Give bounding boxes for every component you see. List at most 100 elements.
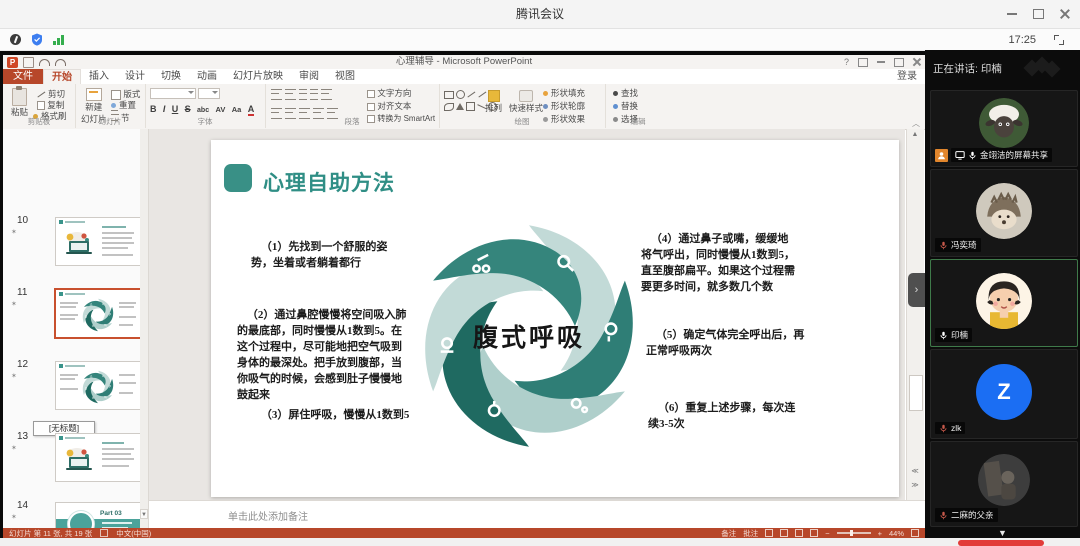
align-text-icon [367,103,375,111]
tab-file[interactable]: 文件 [3,69,43,84]
comments-toggle[interactable]: 批注 [743,528,758,539]
help-icon[interactable]: ? [844,57,849,67]
slide-thumbnail-11-selected[interactable] [54,288,143,339]
drawing-group-label: 绘图 [439,116,605,127]
close-icon[interactable] [1060,9,1070,19]
ppt-window-title: 心理辅导 - Microsoft PowerPoint [3,55,925,69]
tab-review[interactable]: 审阅 [291,69,327,84]
swirl-diagram[interactable]: 腹式呼吸 [413,220,645,452]
tab-home[interactable]: 开始 [43,69,81,84]
slide[interactable]: 心理自助方法 （1）先找到一个舒服的姿势，坐着或者躺着都行 （2）通过鼻腔慢慢将… [211,140,899,497]
ppt-window-controls: ? [844,57,921,67]
redo-icon[interactable] [55,59,66,66]
tab-design[interactable]: 设计 [117,69,153,84]
previous-slide-icon[interactable]: ≪ [909,467,921,475]
shape-outline-button[interactable]: 形状轮廓 [543,100,585,112]
language-status[interactable]: 中文(中国) [116,528,151,539]
tab-slideshow[interactable]: 幻灯片放映 [225,69,291,84]
tab-view[interactable]: 视图 [327,69,363,84]
fullscreen-icon[interactable] [1054,35,1064,45]
slide-sorter-view-icon[interactable] [780,529,788,537]
slide-thumbnail-10[interactable] [55,217,141,266]
ppt-restore-icon[interactable] [894,58,904,67]
participant-tile-speaking[interactable]: 印楠 [930,259,1078,347]
slide-thumbnail-13[interactable] [55,433,141,482]
replace-button[interactable]: 替换 [613,100,638,112]
list-buttons[interactable] [271,89,335,102]
slide-title: 心理自助方法 [263,167,395,197]
scrollbar-thumb[interactable] [909,375,923,411]
slide-editing-area: 心理自助方法 （1）先找到一个舒服的姿势，坐着或者躺着都行 （2）通过鼻腔慢慢将… [149,129,905,500]
change-case-button[interactable]: Aa [232,105,242,114]
strikethrough-button[interactable]: S [185,104,191,114]
slide-thumbnail-12[interactable] [55,361,141,410]
ppt-titlebar: 心理辅导 - Microsoft PowerPoint P ? [3,55,925,69]
quick-styles-button[interactable]: 快速样式 [509,90,543,114]
minimize-icon[interactable] [1007,13,1017,15]
notes-pane[interactable]: 单击此处添加备注 [149,500,925,529]
slide-thumbnail-14[interactable]: Part 03 [55,502,141,528]
slideshow-view-icon[interactable] [810,529,818,537]
next-slide-icon[interactable]: ≫ [909,481,921,489]
fit-slide-icon[interactable] [911,529,919,537]
animation-star-icon: ✶ [11,513,17,521]
font-color-button[interactable]: A [248,104,255,116]
text-direction-button[interactable]: 文字方向 [367,87,411,99]
new-slide-icon [86,88,102,101]
sidebar-collapse-handle[interactable]: › [908,273,925,307]
reading-view-icon[interactable] [795,529,803,537]
normal-view-icon[interactable] [765,529,773,537]
collapse-ribbon-icon[interactable]: ︿ [912,118,920,129]
char-spacing-button[interactable]: AV [215,105,225,114]
step-2: （2）通过鼻腔慢慢将空间吸入肺的最底部，同时慢慢从1数到5。在这个过程中，尽可能… [237,308,411,404]
participant-name: 二麻的父亲 [951,509,994,521]
align-text-button[interactable]: 对齐文本 [367,100,411,112]
ppt-close-icon[interactable] [913,58,921,66]
more-participants-icon[interactable]: ▼ [925,528,1080,538]
maximize-icon[interactable] [1033,9,1044,19]
save-icon[interactable] [23,57,34,68]
slide-scrollbar[interactable]: ▲ ≪ ≫ [906,129,924,500]
meeting-info-icon[interactable] [10,34,21,45]
spellcheck-icon[interactable] [100,529,108,537]
find-button[interactable]: 查找 [613,87,638,99]
mic-muted-icon [939,424,948,433]
reset-icon [111,103,116,108]
scroll-up-icon[interactable]: ▲ [909,131,921,138]
zoom-out-icon[interactable]: − [825,529,829,538]
participant-tile[interactable]: 冯奕琦 [930,169,1078,257]
network-signal-icon[interactable] [53,35,64,45]
avatar-sheep [979,98,1029,148]
bold-button[interactable]: B [150,104,157,114]
part-badge-icon [68,511,94,528]
quick-styles-icon [519,90,533,102]
meeting-clock: 17:25 [1008,34,1036,46]
notes-toggle[interactable]: 备注 [721,528,736,539]
underline-button[interactable]: U [172,104,179,114]
thumb-number-12: 12 [17,359,28,370]
zoom-level[interactable]: 44% [889,529,904,538]
tab-insert[interactable]: 插入 [81,69,117,84]
end-meeting-button[interactable] [958,540,1044,546]
security-shield-icon[interactable] [31,33,43,46]
italic-button[interactable]: I [163,104,166,114]
font-name-select[interactable] [150,88,220,101]
participant-tile[interactable]: 金翊洁的屏幕共享 [930,90,1078,167]
sign-in-link[interactable]: 登录 [897,69,917,84]
thumbnails-scrollbar[interactable]: ▼ [140,129,148,528]
undo-icon[interactable] [39,59,50,66]
zoom-slider[interactable] [837,532,871,534]
participant-tile[interactable]: 二麻的父亲 [930,441,1078,527]
powerpoint-logo-icon[interactable]: P [7,57,18,68]
thumb-scroll-down-icon[interactable]: ▼ [140,509,148,519]
paste-button[interactable]: 粘贴 [11,88,28,118]
ppt-minimize-icon[interactable] [877,61,885,63]
ribbon-display-icon[interactable] [858,58,868,67]
arrange-button[interactable]: 排列 [485,90,502,114]
zoom-in-icon[interactable]: + [878,529,882,538]
tab-transitions[interactable]: 切换 [153,69,189,84]
shape-fill-button[interactable]: 形状填充 [543,87,585,99]
tab-animations[interactable]: 动画 [189,69,225,84]
participant-tile[interactable]: Z zlk [930,349,1078,439]
text-shadow-button[interactable]: abc [197,107,209,114]
